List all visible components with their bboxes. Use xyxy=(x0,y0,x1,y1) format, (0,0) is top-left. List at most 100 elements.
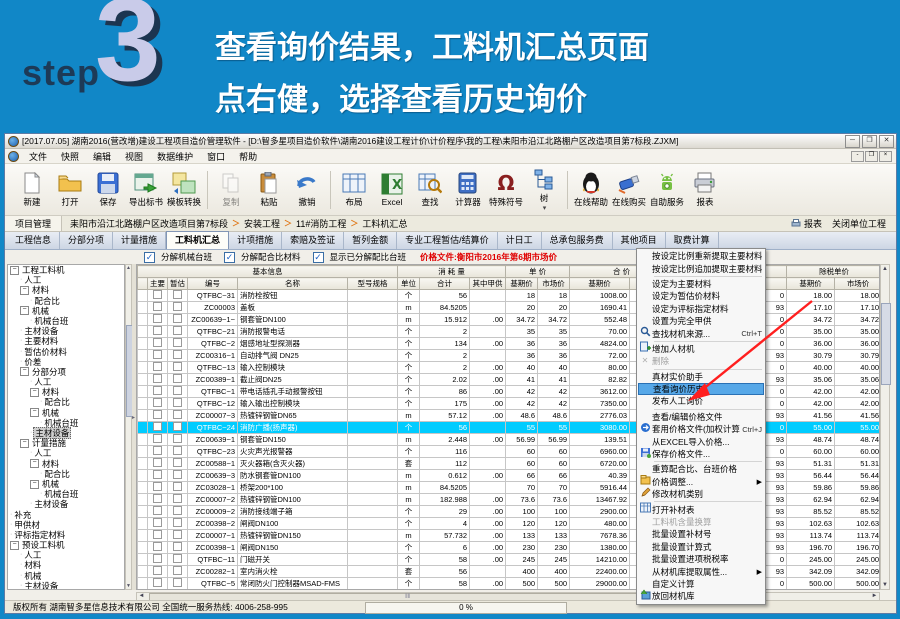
tree-collapse-icon[interactable]: − xyxy=(10,266,19,275)
toolbar-粘贴[interactable]: 粘贴 xyxy=(251,167,287,213)
checkbox-显示已分解配比台班[interactable]: ✓ xyxy=(313,252,324,263)
tree-collapse-icon[interactable]: − xyxy=(20,439,29,448)
context-menu-item-批量设置补材号[interactable]: 批量设置补材号 xyxy=(638,528,764,540)
context-menu-item-修改材机类别[interactable]: 修改材机类别 xyxy=(638,488,764,500)
estimate-checkbox[interactable] xyxy=(173,398,182,407)
tree-collapse-icon[interactable]: − xyxy=(10,541,19,550)
main-material-checkbox[interactable] xyxy=(153,326,162,335)
tree-item-机械[interactable]: −机械 xyxy=(8,479,124,489)
table-row[interactable]: QTFBC~1带电话插孔手动报警按钮个86.0042423612.003612.… xyxy=(138,386,881,398)
estimate-checkbox[interactable] xyxy=(173,302,182,311)
tree-item-补充[interactable]: ·补充 xyxy=(8,510,124,520)
tab-其他项目[interactable]: 其他项目 xyxy=(613,232,666,249)
context-menu-item-打开补材表[interactable]: 打开补材表 xyxy=(638,503,764,515)
table-row[interactable]: ZC00588~1灭火器箱(含灭火器)套11260606720.006720.0… xyxy=(138,458,881,470)
toolbar-自助服务[interactable]: 自助服务 xyxy=(649,167,685,213)
main-material-checkbox[interactable] xyxy=(153,290,162,299)
breadcrumb-item[interactable]: 11#消防工程 xyxy=(296,217,346,230)
main-material-checkbox[interactable] xyxy=(153,578,162,587)
table-row[interactable]: ZC00316~1自动排气阀 DN25个2363672.0072.009330.… xyxy=(138,350,881,362)
main-material-checkbox[interactable] xyxy=(153,386,162,395)
tree-item-主材设备[interactable]: ·主材设备 xyxy=(8,428,124,438)
mdi-minimize-button[interactable]: - xyxy=(851,151,864,162)
context-menu-item-真材实价助手[interactable]: 真材实价助手 xyxy=(638,371,764,383)
main-material-checkbox[interactable] xyxy=(153,350,162,359)
context-menu-item-设定为暂估价材料[interactable]: 设定为暂估价材料 xyxy=(638,290,764,302)
main-material-checkbox[interactable] xyxy=(153,338,162,347)
context-menu-item-查看询价历史[interactable]: 查看询价历史 xyxy=(638,383,764,395)
table-row[interactable]: ZC00389~1截止阀DN25个2.02.00414182.8282.8293… xyxy=(138,374,881,386)
table-row[interactable]: ZC00007~3热镀锌钢管DN65m57.12.0048.648.62776.… xyxy=(138,410,881,422)
tree-collapse-icon[interactable]: − xyxy=(30,459,39,468)
main-material-checkbox[interactable] xyxy=(153,506,162,515)
context-menu-item-从EXCEL导入价格[interactable]: 从EXCEL导入价格... xyxy=(638,435,764,447)
context-menu-item-设置为完全甲供[interactable]: 设置为完全甲供 xyxy=(638,315,764,327)
table-row[interactable]: QTFBC~5常闭防火门控制器MSAD-FMS个58.0050050029000… xyxy=(138,578,881,590)
project-management-tab[interactable]: 项目管理 xyxy=(5,216,62,231)
context-menu-item-设定为主要材料[interactable]: 设定为主要材料 xyxy=(638,278,764,290)
table-row[interactable]: QTFBC~31消防栓按钮个5618181008.001008.00018.00… xyxy=(138,290,881,302)
table-row[interactable]: ZC00639~3防水钢套管DN100m0.612.00666640.3940.… xyxy=(138,470,881,482)
main-material-checkbox[interactable] xyxy=(153,494,162,503)
context-menu-item-设定为评标指定材料[interactable]: 设定为评标指定材料 xyxy=(638,303,764,315)
main-material-checkbox[interactable] xyxy=(153,410,162,419)
checkbox-分解配合比材料[interactable]: ✓ xyxy=(224,252,235,263)
breadcrumb-item[interactable]: 安装工程 xyxy=(244,217,280,230)
tree-item-材料[interactable]: −材料 xyxy=(8,387,124,397)
chevron-down-icon[interactable]: ▾ xyxy=(543,204,547,212)
main-material-checkbox[interactable] xyxy=(153,314,162,323)
toolbar-新建[interactable]: 新建 xyxy=(14,167,50,213)
context-menu-item-发布人工询价[interactable]: 发布人工询价 xyxy=(638,395,764,407)
grid-vscrollbar-thumb[interactable] xyxy=(881,303,891,385)
table-row[interactable]: ZC00282~1室内消火栓套5640040022400.0022400.009… xyxy=(138,566,881,578)
table-row[interactable]: ZC00003盖板m84.520520201690.411690.419317.… xyxy=(138,302,881,314)
breadcrumb-item[interactable]: 工料机汇总 xyxy=(362,217,407,230)
tree-item-配合比[interactable]: ·配合比 xyxy=(8,469,124,479)
tree-item-配合比[interactable]: ·配合比 xyxy=(8,296,124,306)
context-menu-item-按设定比例重新提取主要材料[interactable]: 按设定比例重新提取主要材料 xyxy=(638,250,764,262)
context-menu-item-从材机库提取属性[interactable]: 从材机库提取属性...▶ xyxy=(638,565,764,577)
grid-vscrollbar[interactable]: ▲ ▼ xyxy=(880,264,890,590)
tree-item-主材设备[interactable]: ·主材设备 xyxy=(8,326,124,336)
tree-collapse-icon[interactable]: − xyxy=(20,286,29,295)
tree-item-评标指定材料[interactable]: ·评标指定材料 xyxy=(8,530,124,540)
toolbar-模板转换[interactable]: 模板转换 xyxy=(166,167,202,213)
tree-item-材料[interactable]: ·材料 xyxy=(8,560,124,570)
tab-计项措施[interactable]: 计项措施 xyxy=(229,232,282,249)
estimate-checkbox[interactable] xyxy=(173,530,182,539)
toolbar-报表[interactable]: 报表 xyxy=(687,167,723,213)
tree-collapse-icon[interactable]: − xyxy=(30,388,39,397)
estimate-checkbox[interactable] xyxy=(173,410,182,419)
menu-编辑[interactable]: 编辑 xyxy=(86,149,118,164)
main-material-checkbox[interactable] xyxy=(153,554,162,563)
table-row[interactable]: ZC00639~1~钢套管DN100m15.912.0034.7234.7255… xyxy=(138,314,881,326)
toolbar-在线购买[interactable]: 在线购买 xyxy=(611,167,647,213)
table-row[interactable]: ZC03028~1桥架200*100m84.520570705916.44591… xyxy=(138,482,881,494)
toolbar-在线帮助[interactable]: 在线帮助 xyxy=(573,167,609,213)
estimate-checkbox[interactable] xyxy=(173,314,182,323)
estimate-checkbox[interactable] xyxy=(173,422,182,431)
toolbar-特殊符号[interactable]: Ω特殊符号 xyxy=(488,167,524,213)
tree-item-价差[interactable]: ·价差 xyxy=(8,357,124,367)
estimate-checkbox[interactable] xyxy=(173,578,182,587)
context-menu-item-增加人材机[interactable]: 增加人材机 xyxy=(638,343,764,355)
tree-collapse-icon[interactable]: − xyxy=(30,408,39,417)
tree-item-甲供材[interactable]: ·甲供材 xyxy=(8,520,124,530)
table-row[interactable]: QTFBC~2烟感地址型探测器个134.0036364824.004824.00… xyxy=(138,338,881,350)
menu-快照[interactable]: 快照 xyxy=(54,149,86,164)
table-row[interactable]: ZC00398~1闸阀DN150个6.002302301380.001380.0… xyxy=(138,542,881,554)
tab-工程信息[interactable]: 工程信息 xyxy=(7,232,60,249)
main-material-checkbox[interactable] xyxy=(153,518,162,527)
table-row[interactable]: ZC00009~2消防接线端子箱个29.001001002900.002900.… xyxy=(138,506,881,518)
estimate-checkbox[interactable] xyxy=(173,446,182,455)
main-material-checkbox[interactable] xyxy=(153,362,162,371)
tree-item-预设工料机[interactable]: −预设工料机 xyxy=(8,540,124,550)
tree-scrollbar[interactable]: ▲ ▼ xyxy=(125,264,132,590)
estimate-checkbox[interactable] xyxy=(173,518,182,527)
menu-帮助[interactable]: 帮助 xyxy=(232,149,264,164)
context-menu-item-保存价格文件[interactable]: 保存价格文件... xyxy=(638,448,764,460)
tree-item-主材设备[interactable]: ·主材设备 xyxy=(8,581,124,590)
context-menu-item-批量设置计算式[interactable]: 批量设置计算式 xyxy=(638,541,764,553)
tab-分部分项[interactable]: 分部分项 xyxy=(60,232,113,249)
main-material-checkbox[interactable] xyxy=(153,422,162,431)
